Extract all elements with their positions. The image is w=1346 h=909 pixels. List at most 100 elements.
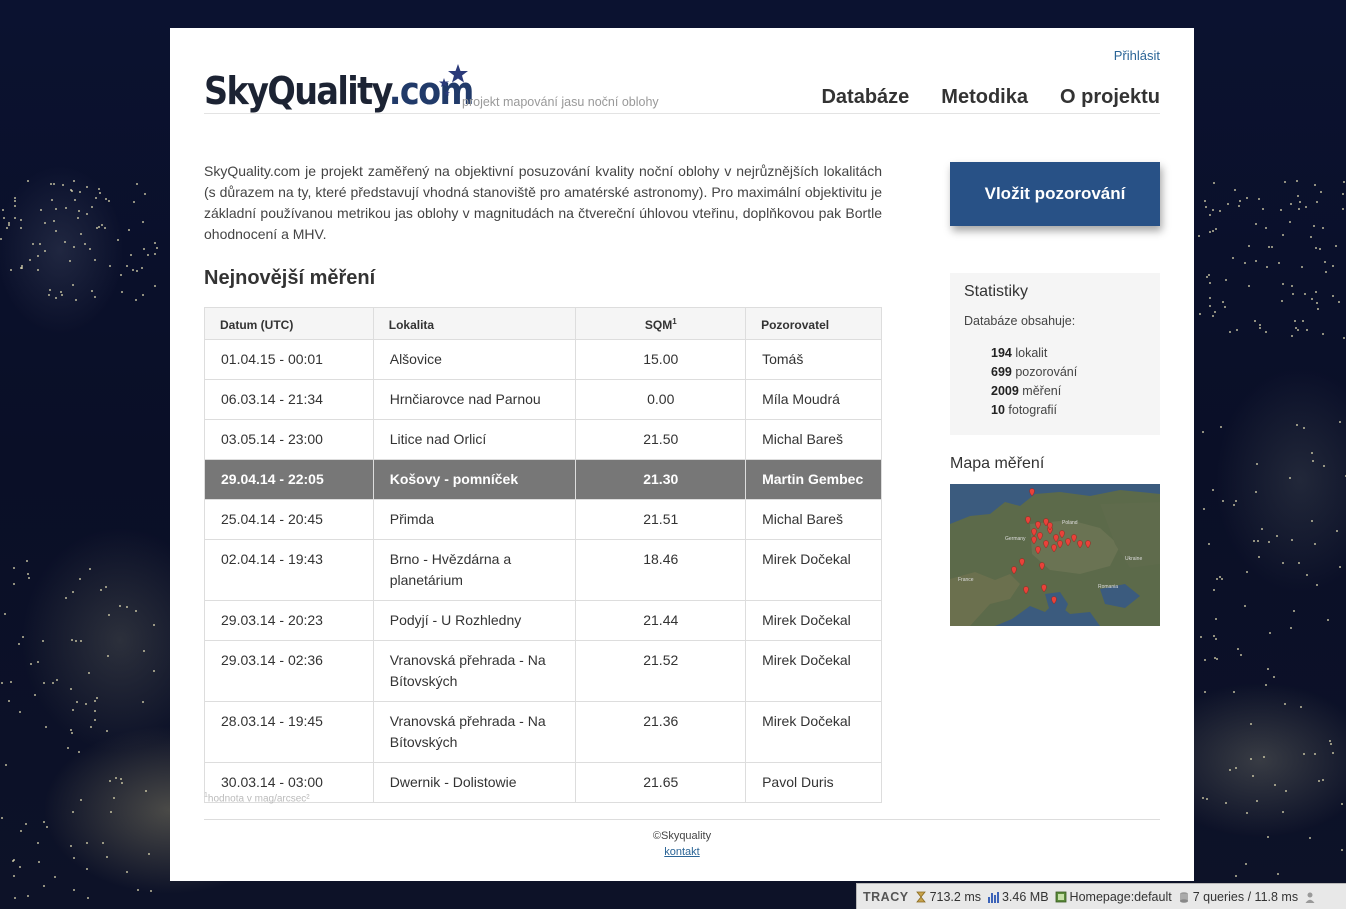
city-light [1342,337,1345,340]
table-row[interactable]: 29.04.14 - 22:05 Košovy - pomníček 21.30 Ma… [204,459,882,500]
city-light [1326,618,1329,621]
city-light [71,283,74,286]
table-row[interactable]: 28.03.14 - 19:45 Vranovská přehrada - Na … [204,701,882,763]
city-light [142,221,145,224]
city-light [1261,207,1264,210]
cell-observer: Tomáš [745,339,882,380]
cell-sqm: 21.65 [575,762,747,803]
city-light [67,747,70,750]
city-light [29,258,32,261]
city-light [64,206,67,209]
city-light [99,191,102,194]
cell-date: 29.03.14 - 02:36 [204,640,374,702]
city-light [1282,282,1285,285]
city-light [143,649,146,652]
city-light [1325,271,1328,274]
city-light [1291,293,1294,296]
cell-location: Podyjí - U Rozhledny [372,600,577,641]
tracy-time[interactable]: 713.2 ms [930,890,981,904]
city-light [3,612,6,615]
city-light [141,293,144,296]
city-light [1313,752,1316,755]
table-row[interactable]: 03.05.14 - 23:00 Litice nad Orlicí 21.50 Mi… [204,419,882,460]
table-row[interactable]: 29.03.14 - 20:23 Podyjí - U Rozhledny 21.4… [204,600,882,641]
table-row[interactable]: 06.03.14 - 21:34 Hrnčiarovce nad Parnou 0.… [204,379,882,420]
cell-sqm: 21.52 [575,640,747,702]
city-light [155,246,158,249]
city-light [21,266,24,269]
city-light [136,183,139,186]
nav-databaze[interactable]: Databáze [821,86,909,109]
city-light [98,187,101,190]
city-light [13,205,16,208]
nav-o-projektu[interactable]: O projektu [1060,86,1160,109]
login-link[interactable]: Přihlásit [1114,48,1160,63]
city-light [85,213,88,216]
tracy-memory[interactable]: 3.46 MB [1002,890,1049,904]
svg-text:Romania: Romania [1098,584,1118,590]
city-light [1223,306,1226,309]
city-light [1233,691,1236,694]
city-light [121,781,124,784]
city-light [1311,520,1313,523]
col-header-sqm[interactable]: SQM1 [575,307,747,340]
city-light [1221,577,1224,580]
city-light [1265,330,1268,333]
city-light [7,700,10,703]
city-light [109,810,112,813]
col-header-observer[interactable]: Pozorovatel [745,307,882,340]
city-light [128,229,131,232]
col-header-location[interactable]: Lokalita [372,307,577,340]
city-light [94,295,97,298]
add-observation-button[interactable]: Vložit pozorování [950,162,1160,226]
cell-observer: Michal Bareš [745,419,882,460]
intro-text: SkyQuality.com je projekt zaměřený na ob… [204,163,882,242]
city-light [1332,264,1335,267]
col-header-date[interactable]: Datum (UTC) [204,307,374,340]
user-icon[interactable] [1304,891,1316,903]
city-light [88,568,91,571]
tracy-route[interactable]: Homepage:default [1070,890,1172,904]
city-light [1211,208,1214,211]
city-light [153,241,156,244]
city-light [130,253,133,256]
city-light [141,701,144,704]
city-light [78,191,81,194]
city-light [109,264,112,267]
city-light [1303,752,1306,755]
city-light [1202,507,1205,510]
cell-observer: Martin Gembec [745,459,882,500]
city-light [144,192,147,195]
city-light [19,226,22,229]
table-row[interactable]: 02.04.14 - 19:43 Brno - Hvězdárna a plane… [204,539,882,601]
measurement-map[interactable]: Germany Poland France Ukraine Romania [950,484,1160,626]
nav-metodika[interactable]: Metodika [941,86,1028,109]
latest-measurements-title: Nejnovější měření [204,267,376,289]
cell-sqm: 15.00 [575,339,747,380]
city-light [20,829,23,832]
table-row[interactable]: 01.04.15 - 00:01 Alšovice 15.00 Tomáš [204,339,882,380]
city-light [148,852,151,855]
tracy-queries[interactable]: 7 queries / 11.8 ms [1193,890,1298,904]
city-light [44,250,47,253]
city-light [1215,637,1218,640]
city-light [1321,226,1324,229]
city-light [72,590,75,593]
city-light [135,270,138,273]
city-light [1313,224,1316,227]
table-row[interactable]: 29.03.14 - 02:36 Vranovská přehrada - Na … [204,640,882,702]
city-light [1267,835,1270,838]
cell-date: 02.04.14 - 19:43 [204,539,374,601]
city-light [150,889,153,892]
city-light [53,220,56,223]
table-row[interactable]: 25.04.14 - 20:45 Přimda 21.51 Michal Bareš [204,499,882,540]
tracy-debug-bar[interactable]: TRACY 713.2 ms 3.46 MB Homepage:default … [856,883,1346,909]
city-light [1255,799,1258,802]
tracy-logo[interactable]: TRACY [863,890,909,904]
city-light [1238,204,1241,207]
city-light [1330,742,1333,745]
city-light [36,842,39,845]
contact-link[interactable]: kontakt [170,846,1194,858]
footnote: 1hodnota v mag/arcsec² [204,792,310,805]
city-light [1300,705,1303,708]
